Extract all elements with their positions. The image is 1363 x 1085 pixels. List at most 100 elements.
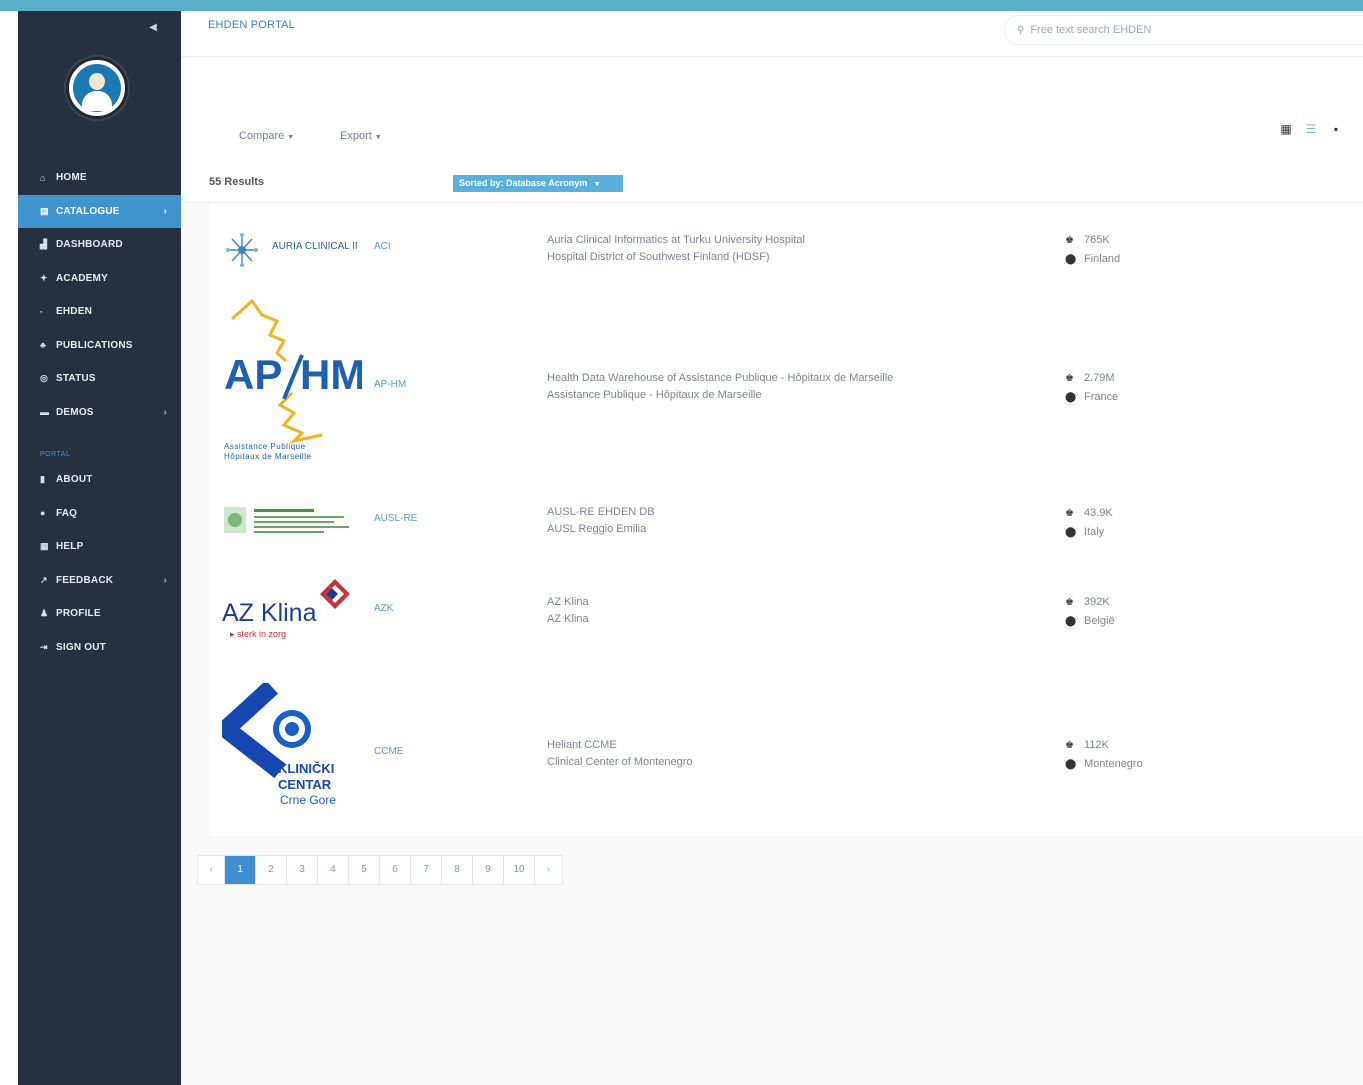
brand-title[interactable]: EHDEN PORTAL: [208, 19, 295, 31]
patients-icon: ♚: [1065, 235, 1074, 246]
database-organisation: AUSL Reggio Emilia: [547, 523, 647, 535]
export-dropdown[interactable]: Export ▼: [340, 130, 382, 142]
sidebar-item-about[interactable]: ▮ ABOUT: [18, 463, 181, 497]
search-icon: ⚲: [1017, 24, 1025, 36]
list-item[interactable]: AP HM Assistance Publique Hôpitaux de Ma…: [210, 295, 1363, 475]
patient-count: 112K: [1084, 739, 1109, 751]
map-marker-icon: ⬤: [1065, 392, 1077, 403]
sidebar-item-help[interactable]: ▦ HELP: [18, 530, 181, 564]
aphm-logo: AP HM Assistance Publique Hôpitaux de Ma…: [222, 295, 365, 465]
sidebar-item-publications[interactable]: ♣ PUBLICATIONS: [18, 329, 181, 363]
patient-count: 43.9K: [1084, 507, 1113, 519]
database-stats: ♚ 2.79M ⬤ France: [1065, 369, 1118, 407]
sidebar-item-ehden[interactable]: · EHDEN: [18, 295, 181, 329]
database-stats: ♚ 112K ⬤ Montenegro: [1065, 736, 1143, 774]
pagination-page[interactable]: 6: [380, 856, 411, 884]
status-search-icon: ◎: [40, 373, 49, 384]
sidebar-item-academy[interactable]: ✦ ACADEMY: [18, 262, 181, 296]
pagination-page[interactable]: 3: [287, 856, 318, 884]
pagination-page[interactable]: 7: [411, 856, 442, 884]
pagination-page[interactable]: 10: [504, 856, 535, 884]
grid-view-icon[interactable]: ▪: [1329, 122, 1343, 136]
toolbar: Compare ▼ Export ▼ ▦ ☰ ▪: [181, 57, 1363, 165]
avatar[interactable]: [66, 57, 128, 119]
sidebar-item-catalogue[interactable]: ▤ CATALOGUE ›: [18, 194, 181, 228]
sidebar-item-profile[interactable]: ♟ PROFILE: [18, 597, 181, 631]
patient-count: 765K: [1084, 234, 1110, 246]
aphm-logo-graphic: AP HM Assistance Publique Hôpitaux de Ma…: [224, 298, 365, 461]
country: Italy: [1084, 526, 1105, 538]
list-item[interactable]: KLINIČKI CENTAR Crne Gore CCME Heliant C…: [210, 680, 1363, 833]
search-box[interactable]: ⚲: [1004, 15, 1363, 45]
sort-label: Sorted by: Database Acronym: [459, 178, 588, 188]
klinicki-centar-logo-graphic: KLINIČKI CENTAR Crne Gore: [217, 680, 336, 807]
pagination-page[interactable]: 5: [349, 856, 380, 884]
sidebar-item-feedback[interactable]: ↗ FEEDBACK ›: [18, 564, 181, 598]
pagination-prev[interactable]: ‹: [198, 856, 225, 884]
database-organisation: AZ Klina: [547, 613, 589, 625]
svg-text:AP: AP: [224, 351, 282, 398]
sidebar-item-label: ABOUT: [56, 474, 93, 486]
publications-icon: ♣: [40, 340, 47, 351]
map-marker-icon: ⬤: [1065, 616, 1077, 627]
list-detail-view-icon[interactable]: ▦: [1279, 122, 1293, 136]
database-acronym-link[interactable]: AP-HM: [374, 379, 406, 390]
patients-icon: ♚: [1065, 373, 1074, 384]
sidebar-item-label: ACADEMY: [56, 272, 108, 284]
database-acronym-link[interactable]: AZK: [374, 603, 393, 614]
compare-dropdown[interactable]: Compare ▼: [239, 130, 294, 142]
sidebar-item-label: PUBLICATIONS: [56, 339, 133, 351]
az-klina-logo-graphic: AZ Klina ▸ sterk in zorg: [222, 579, 350, 639]
chevron-right-icon: ›: [163, 205, 167, 217]
sidebar-item-home[interactable]: ⌂ HOME: [18, 161, 181, 195]
double-chevron-left-icon[interactable]: ◀: [146, 21, 160, 35]
sidebar-item-label: STATUS: [56, 373, 96, 385]
map-marker-icon: ⬤: [1065, 759, 1077, 770]
database-acronym-link[interactable]: CCME: [374, 746, 403, 757]
list-item[interactable]: AURIA CLINICAL INFORMATICS ACI Auria Cli…: [210, 217, 1363, 287]
pagination-page[interactable]: 1: [225, 856, 256, 884]
svg-text:Assistance Publique: Assistance Publique: [224, 442, 306, 451]
az-klina-logo: AZ Klina ▸ sterk in zorg: [222, 577, 362, 647]
ausl-logo: [222, 501, 357, 541]
sidebar-item-dashboard[interactable]: ▟ DASHBOARD: [18, 228, 181, 262]
sidebar-item-label: HELP: [56, 541, 84, 553]
sort-chip[interactable]: Sorted by: Database Acronym ▼: [453, 175, 623, 192]
sidebar-item-label: EHDEN: [56, 306, 93, 318]
results-bar: 55 Results Sorted by: Database Acronym ▼: [181, 165, 1363, 203]
database-description: Auria Clinical Informatics at Turku Univ…: [547, 232, 805, 266]
list-item[interactable]: AZ Klina ▸ sterk in zorg AZK AZ Klina AZ…: [210, 575, 1363, 665]
sidebar-item-status[interactable]: ◎ STATUS: [18, 362, 181, 396]
graduation-cap-icon: ✦: [40, 272, 48, 283]
pagination-page[interactable]: 2: [256, 856, 287, 884]
list-item[interactable]: AUSL-RE AUSL-RE EHDEN DB AUSL Reggio Emi…: [210, 493, 1363, 563]
database-acronym-link[interactable]: AUSL-RE: [374, 513, 417, 524]
database-stats: ♚ 43.9K ⬤ Italy: [1065, 504, 1113, 542]
book-icon: ▤: [40, 205, 49, 216]
pagination-page[interactable]: 4: [318, 856, 349, 884]
sidebar-item-faq[interactable]: ● FAQ: [18, 497, 181, 531]
sidebar-item-sign-out[interactable]: ⇥ SIGN OUT: [18, 631, 181, 665]
avatar-head: [89, 73, 105, 90]
results-count: 55 Results: [209, 176, 265, 188]
pagination: ‹ 1 2 3 4 5 6 7 8 9 10 ›: [197, 855, 563, 885]
pagination-next[interactable]: ›: [535, 856, 562, 884]
country: France: [1084, 391, 1119, 403]
pagination-page[interactable]: 8: [442, 856, 473, 884]
svg-text:CENTAR: CENTAR: [278, 777, 332, 792]
auria-logo: AURIA CLINICAL INFORMATICS: [222, 223, 421, 273]
database-name: AUSL-RE EHDEN DB: [547, 506, 655, 518]
list-view-icon[interactable]: ☰: [1304, 122, 1318, 136]
svg-text:Hôpitaux de Marseille: Hôpitaux de Marseille: [224, 452, 311, 461]
sidebar-item-label: FAQ: [56, 507, 78, 519]
database-description: AZ Klina AZ Klina: [547, 594, 589, 628]
chevron-down-icon: ▼: [287, 134, 295, 141]
chevron-down-icon: ▼: [593, 181, 601, 188]
left-gap: [0, 11, 18, 1085]
sidebar-item-label: HOME: [56, 172, 87, 184]
sidebar-item-demos[interactable]: ▬ DEMOS ›: [18, 396, 181, 430]
search-input[interactable]: [1030, 24, 1331, 36]
database-name: Health Data Warehouse of Assistance Publ…: [547, 372, 894, 384]
database-acronym-link[interactable]: ACI: [374, 241, 391, 252]
pagination-page[interactable]: 9: [473, 856, 504, 884]
